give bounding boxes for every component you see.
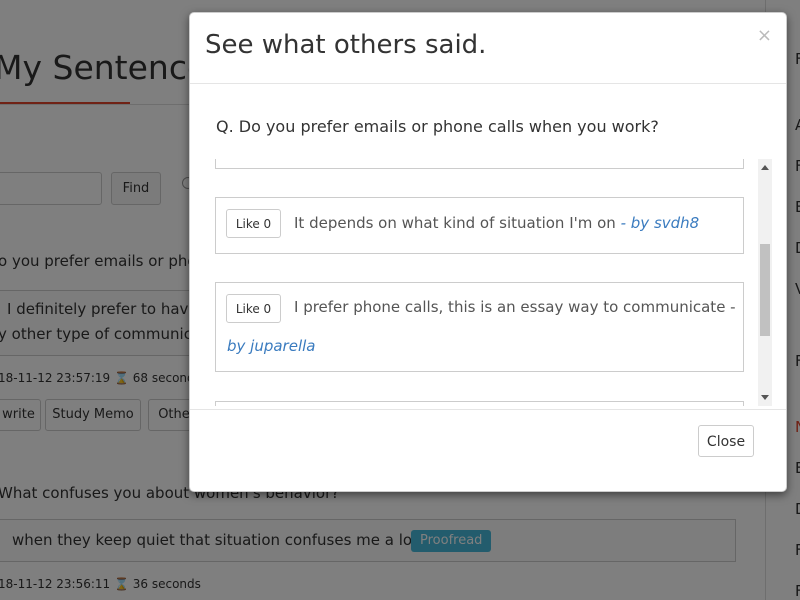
like-button[interactable]: Like 0 <box>226 209 281 238</box>
scroll-up-icon[interactable] <box>761 165 769 170</box>
answer-body: I prefer phone calls, this is an essay w… <box>294 298 736 316</box>
answer-text: It depends on what kind of situation I'm… <box>294 214 699 232</box>
others-answers-modal: See what others said. × Q. Do you prefer… <box>189 12 787 492</box>
modal-title: See what others said. <box>205 30 487 60</box>
like-button[interactable]: Like 0 <box>226 294 281 323</box>
close-button[interactable]: Close <box>698 425 754 457</box>
answers-list[interactable]: Like 0 It depends on what kind of situat… <box>215 159 770 406</box>
answers-scrollbar[interactable] <box>758 159 772 406</box>
list-item: Like 0 I prefer phone calls, this is an … <box>215 282 744 372</box>
modal-footer-divider <box>190 409 786 410</box>
modal-header-divider <box>190 83 786 84</box>
list-item <box>215 401 744 406</box>
scrollbar-thumb[interactable] <box>760 244 770 336</box>
list-item <box>215 159 744 169</box>
answer-author[interactable]: - by svdh8 <box>621 214 700 232</box>
close-icon[interactable]: × <box>757 25 772 46</box>
list-item: Like 0 It depends on what kind of situat… <box>215 197 744 254</box>
answer-body: It depends on what kind of situation I'm… <box>294 214 616 232</box>
scroll-down-icon[interactable] <box>761 395 769 400</box>
modal-question: Q. Do you prefer emails or phone calls w… <box>216 117 659 136</box>
answer-author[interactable]: by juparella <box>227 337 315 355</box>
